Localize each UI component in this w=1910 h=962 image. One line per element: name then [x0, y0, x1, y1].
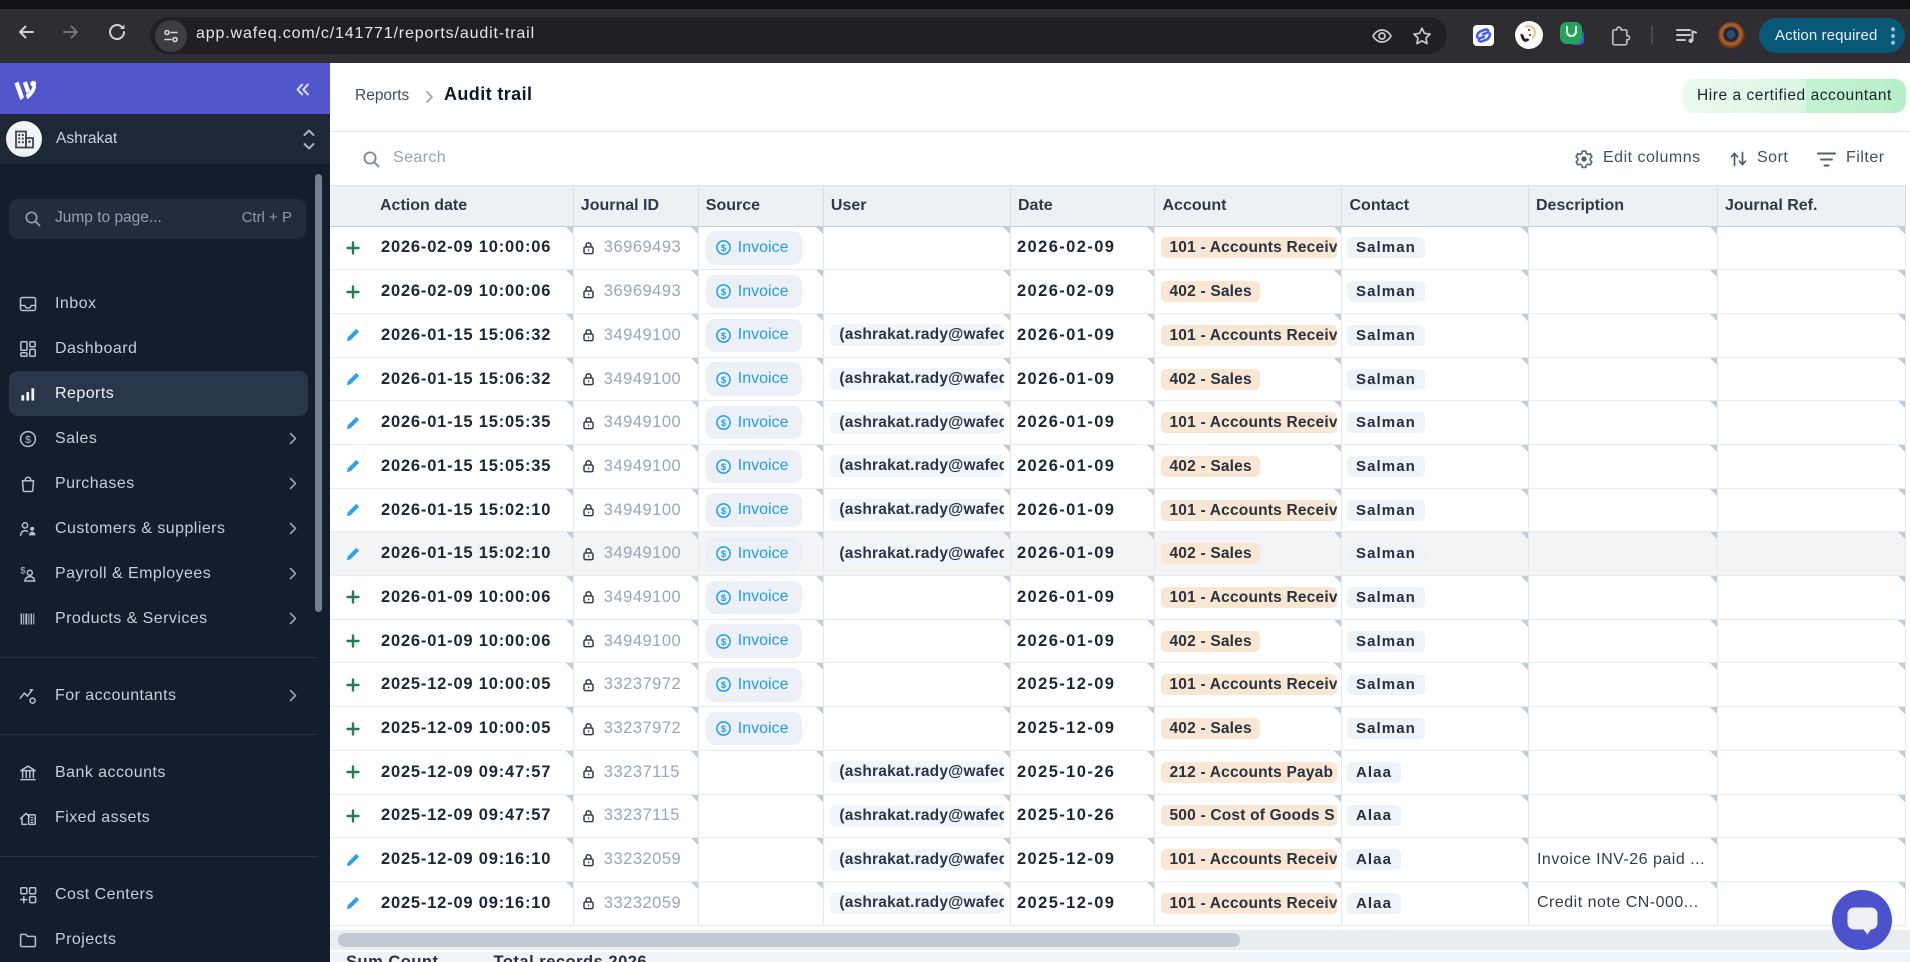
svg-text:$: $ — [20, 565, 26, 576]
svg-text:$: $ — [721, 724, 727, 735]
svg-text:$: $ — [721, 549, 727, 560]
svg-text:$: $ — [721, 680, 727, 691]
svg-text:$: $ — [721, 506, 727, 517]
svg-text:$: $ — [721, 375, 727, 386]
svg-text:$: $ — [721, 462, 727, 473]
svg-text:$: $ — [721, 418, 727, 429]
svg-text:$: $ — [721, 243, 727, 254]
svg-text:$: $ — [25, 434, 31, 446]
svg-text:$: $ — [721, 593, 727, 604]
svg-text:$: $ — [721, 637, 727, 648]
svg-text:$: $ — [721, 331, 727, 342]
svg-text:$: $ — [721, 287, 727, 298]
